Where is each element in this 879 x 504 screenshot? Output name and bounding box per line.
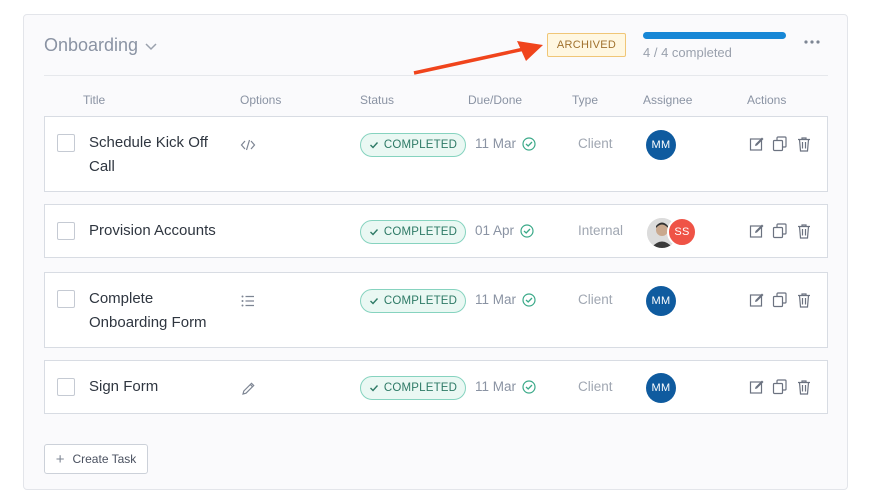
task-row[interactable]: Sign Form COMPLETED 11 Mar Client MM (44, 360, 828, 414)
column-header-status: Status (360, 93, 395, 107)
task-checkbox[interactable] (57, 222, 75, 240)
trash-icon[interactable] (796, 379, 812, 395)
task-checkbox[interactable] (57, 290, 75, 308)
task-row[interactable]: Schedule Kick Off Call COMPLETED 11 Mar … (44, 116, 828, 192)
status-pill: COMPLETED (360, 133, 466, 157)
column-header-title: Title (83, 93, 106, 107)
status-pill: COMPLETED (360, 220, 466, 244)
create-task-button[interactable]: + Create Task (44, 444, 148, 474)
trash-icon[interactable] (796, 292, 812, 308)
archived-badge: ARCHIVED (547, 33, 626, 57)
trash-icon[interactable] (796, 223, 812, 239)
due-date: 01 Apr (475, 223, 534, 238)
task-row[interactable]: Complete Onboarding Form COMPLETED 11 Ma… (44, 272, 828, 348)
task-checkbox[interactable] (57, 378, 75, 396)
copy-icon[interactable] (772, 379, 788, 395)
status-text: COMPLETED (383, 139, 458, 151)
status-pill: COMPLETED (360, 376, 466, 400)
trash-icon[interactable] (796, 136, 812, 152)
status-text: COMPLETED (383, 226, 458, 238)
check-circle-icon (522, 292, 536, 307)
arrow-annotation-icon (413, 41, 543, 75)
progress-fill (643, 32, 786, 39)
check-circle-icon (522, 136, 536, 151)
progress-text: 4 / 4 completed (643, 45, 732, 60)
check-icon (369, 385, 378, 392)
check-circle-icon (522, 379, 536, 394)
task-title[interactable]: Sign Form (89, 375, 229, 399)
progress-bar (643, 32, 786, 39)
avatar[interactable]: MM (646, 130, 676, 160)
status-text: COMPLETED (383, 382, 458, 394)
status-pill: COMPLETED (360, 289, 466, 313)
check-icon (369, 298, 378, 305)
task-title[interactable]: Provision Accounts (89, 219, 239, 243)
task-type: Internal (578, 223, 624, 238)
task-row[interactable]: Provision Accounts COMPLETED 01 Apr Inte… (44, 204, 828, 258)
task-title[interactable]: Complete Onboarding Form (89, 287, 229, 335)
plus-icon: + (55, 450, 65, 468)
due-date: 11 Mar (475, 136, 536, 151)
chevron-down-icon[interactable] (144, 39, 158, 53)
copy-icon[interactable] (772, 223, 788, 239)
edit-icon[interactable] (749, 136, 765, 152)
due-text: 11 Mar (475, 379, 517, 394)
code-icon[interactable] (240, 137, 256, 153)
edit-icon[interactable] (749, 292, 765, 308)
task-type: Client (578, 379, 613, 394)
due-text: 11 Mar (475, 292, 517, 307)
task-title[interactable]: Schedule Kick Off Call (89, 131, 229, 179)
edit-icon[interactable] (749, 223, 765, 239)
more-options-icon[interactable] (802, 37, 822, 47)
check-circle-icon (520, 223, 534, 238)
task-type: Client (578, 292, 613, 307)
avatar[interactable]: MM (646, 286, 676, 316)
column-header-type: Type (572, 93, 599, 107)
avatar[interactable]: SS (667, 217, 697, 247)
check-icon (369, 142, 378, 149)
status-text: COMPLETED (383, 295, 458, 307)
avatar[interactable]: MM (646, 373, 676, 403)
column-headers: Title Options Status Due/Done Type Assig… (24, 93, 847, 109)
create-task-label: Create Task (72, 452, 137, 466)
onboarding-card: Onboarding ARCHIVED 4 / 4 completed Titl… (23, 14, 848, 490)
column-header-assignee: Assignee (643, 93, 693, 107)
copy-icon[interactable] (772, 136, 788, 152)
section-title[interactable]: Onboarding (44, 35, 138, 56)
checklist-icon[interactable] (240, 293, 256, 309)
due-date: 11 Mar (475, 292, 536, 307)
edit-icon[interactable] (749, 379, 765, 395)
pen-icon[interactable] (240, 381, 256, 397)
divider (44, 75, 828, 76)
due-date: 11 Mar (475, 379, 536, 394)
check-icon (369, 229, 378, 236)
section-header[interactable]: Onboarding (44, 35, 158, 56)
task-checkbox[interactable] (57, 134, 75, 152)
column-header-due: Due/Done (468, 93, 523, 107)
due-text: 01 Apr (475, 223, 515, 238)
task-type: Client (578, 136, 613, 151)
copy-icon[interactable] (772, 292, 788, 308)
column-header-actions: Actions (747, 93, 787, 107)
due-text: 11 Mar (475, 136, 517, 151)
column-header-options: Options (240, 93, 282, 107)
